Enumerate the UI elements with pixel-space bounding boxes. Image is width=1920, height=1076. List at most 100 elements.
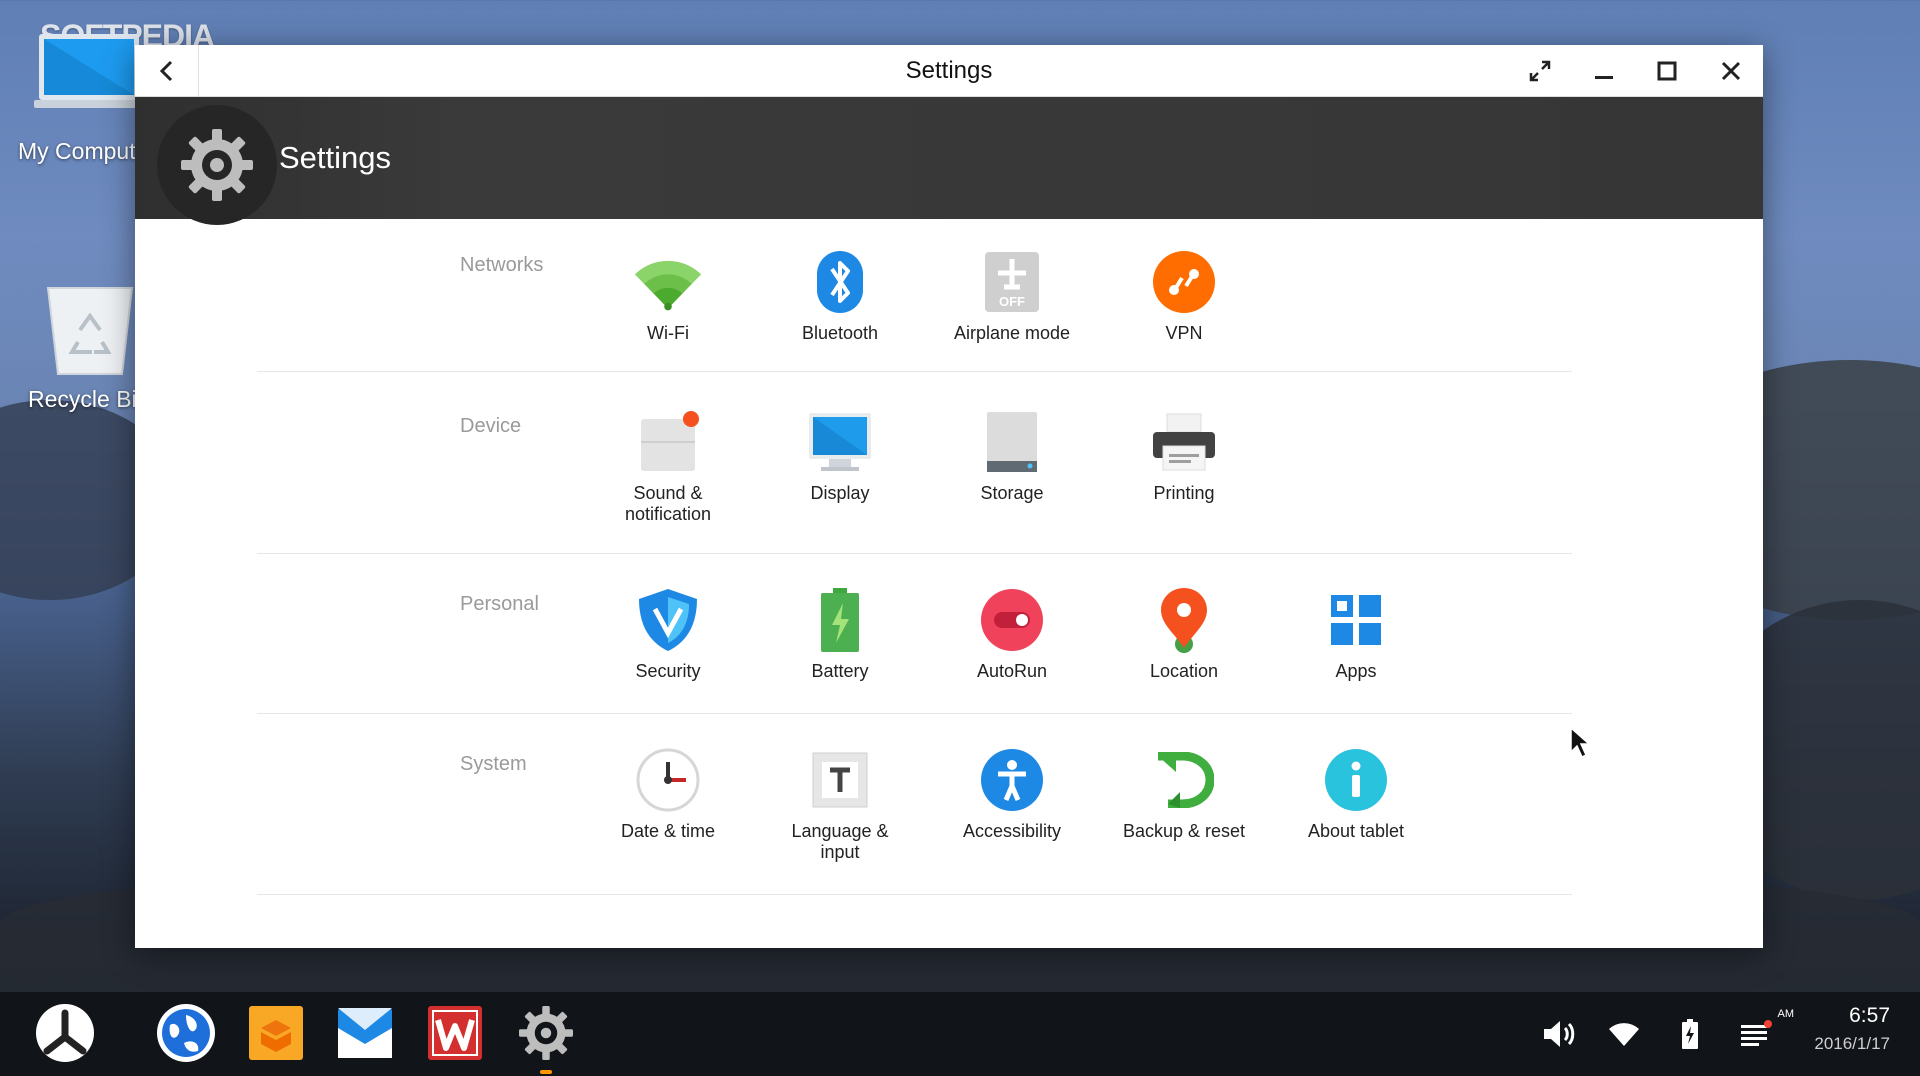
- setting-label: Wi-Fi: [647, 323, 689, 343]
- notifications-icon: [1741, 1020, 1772, 1046]
- wps-office-icon: [428, 1006, 482, 1060]
- taskbar-wps-office[interactable]: [422, 1000, 488, 1066]
- setting-label: About tablet: [1307, 821, 1405, 841]
- backup-reset-icon: [1149, 745, 1219, 815]
- section-system: System Date & time Language & input Acce…: [257, 713, 1572, 895]
- gear-icon: [519, 1006, 573, 1060]
- setting-label: Bluetooth: [801, 323, 879, 343]
- setting-storage[interactable]: Storage: [927, 407, 1097, 504]
- header-title: Settings: [279, 140, 392, 175]
- display-icon: [805, 407, 875, 477]
- setting-security[interactable]: Security: [583, 585, 753, 682]
- setting-printing[interactable]: Printing: [1099, 407, 1269, 504]
- battery-status-button[interactable]: [1669, 1013, 1711, 1055]
- setting-wifi[interactable]: Wi-Fi: [583, 247, 753, 344]
- setting-accessibility[interactable]: Accessibility: [927, 745, 1097, 842]
- desktop-icon-my-computer[interactable]: My Comput: [10, 30, 150, 170]
- section-category: System: [460, 753, 527, 775]
- setting-label: Apps: [1335, 661, 1377, 681]
- wifi-status-button[interactable]: [1603, 1013, 1645, 1055]
- bluetooth-icon: [805, 247, 875, 317]
- chevron-left-icon: [159, 60, 172, 81]
- setting-label: Battery: [811, 661, 869, 681]
- section-category: Device: [460, 415, 522, 437]
- setting-label: Airplane mode: [953, 323, 1071, 343]
- settings-content: Networks Wi-Fi Bluetooth OFF Airplane mo…: [135, 219, 1763, 948]
- shield-icon: [633, 585, 703, 655]
- printer-icon: [1149, 407, 1219, 477]
- setting-label: VPN: [1165, 323, 1203, 343]
- setting-backup-reset[interactable]: Backup & reset: [1099, 745, 1269, 842]
- volume-button[interactable]: [1538, 1013, 1580, 1055]
- taskbar-mail[interactable]: [332, 1000, 398, 1066]
- section-category: Personal: [460, 593, 539, 615]
- setting-label: Sound & notification: [624, 483, 712, 524]
- setting-label: Backup & reset: [1122, 821, 1246, 841]
- clock-ampm: AM: [1777, 1008, 1795, 1020]
- minimize-button[interactable]: [1588, 55, 1620, 87]
- setting-location[interactable]: Location: [1099, 585, 1269, 682]
- start-logo-icon: [36, 1004, 94, 1062]
- setting-label: Security: [635, 661, 701, 681]
- airplane-off-badge: OFF: [999, 294, 1025, 309]
- minimize-icon: [1595, 76, 1613, 79]
- setting-label: Storage: [980, 483, 1044, 503]
- maximize-button[interactable]: [1651, 55, 1683, 87]
- setting-sound-notification[interactable]: Sound & notification: [583, 407, 753, 525]
- folder-icon: [249, 1006, 303, 1060]
- mail-icon: [338, 1008, 392, 1058]
- setting-date-time[interactable]: Date & time: [583, 745, 753, 842]
- start-button[interactable]: [32, 1000, 98, 1066]
- desktop-icon-label: Recycle Bi: [28, 386, 137, 412]
- monitor-icon: [34, 34, 144, 108]
- taskbar-settings[interactable]: [513, 1000, 579, 1074]
- taskbar-clock[interactable]: AM 6:57 2016/1/17: [1778, 1004, 1891, 1054]
- taskbar-browser[interactable]: [153, 1000, 219, 1066]
- clock-time: 6:57: [1849, 1004, 1890, 1027]
- setting-about-tablet[interactable]: About tablet: [1271, 745, 1441, 842]
- setting-label: Date & time: [620, 821, 716, 841]
- setting-label: Language & input: [791, 821, 889, 862]
- section-device: Device Sound & notification Display Stor…: [257, 371, 1572, 554]
- settings-gear-icon: [157, 105, 277, 225]
- back-button[interactable]: [135, 45, 199, 96]
- clock-date: 2016/1/17: [1814, 1034, 1890, 1053]
- section-category: Networks: [460, 254, 544, 276]
- window-title: Settings: [905, 57, 993, 84]
- apps-grid-icon: [1321, 585, 1391, 655]
- globe-icon: [157, 1004, 215, 1062]
- setting-airplane-mode[interactable]: OFF Airplane mode: [927, 247, 1097, 344]
- taskbar-file-manager[interactable]: [243, 1000, 309, 1066]
- wifi-icon: [633, 247, 703, 317]
- setting-apps[interactable]: Apps: [1271, 585, 1441, 682]
- setting-label: Accessibility: [962, 821, 1062, 841]
- desktop-icon-label: My Comput: [18, 138, 136, 164]
- close-button[interactable]: [1715, 55, 1747, 87]
- desktop-icon-recycle-bin[interactable]: Recycle Bi: [10, 280, 150, 430]
- sound-notification-icon: [633, 407, 703, 477]
- setting-label: Location: [1149, 661, 1219, 681]
- setting-display[interactable]: Display: [755, 407, 925, 504]
- close-icon: [1721, 61, 1741, 81]
- setting-label: AutoRun: [976, 661, 1048, 681]
- recycle-bin-icon: [46, 287, 134, 375]
- accessibility-icon: [977, 745, 1047, 815]
- autorun-toggle-icon: [977, 585, 1047, 655]
- expand-icon: [1529, 60, 1551, 82]
- location-pin-icon: [1149, 585, 1219, 655]
- setting-battery[interactable]: Battery: [755, 585, 925, 682]
- storage-icon: [977, 407, 1047, 477]
- setting-autorun[interactable]: AutoRun: [927, 585, 1097, 682]
- taskbar: AM 6:57 2016/1/17: [0, 992, 1920, 1076]
- volume-icon: [1544, 1021, 1575, 1047]
- expand-button[interactable]: [1524, 55, 1556, 87]
- setting-bluetooth[interactable]: Bluetooth: [755, 247, 925, 344]
- airplane-icon: OFF: [977, 247, 1047, 317]
- section-personal: Personal Security Battery AutoRun Locati…: [257, 553, 1572, 714]
- battery-icon: [805, 585, 875, 655]
- notifications-button[interactable]: [1735, 1013, 1777, 1055]
- setting-label: Display: [810, 483, 870, 503]
- setting-label: Printing: [1153, 483, 1215, 503]
- setting-language-input[interactable]: Language & input: [755, 745, 925, 863]
- setting-vpn[interactable]: VPN: [1099, 247, 1269, 344]
